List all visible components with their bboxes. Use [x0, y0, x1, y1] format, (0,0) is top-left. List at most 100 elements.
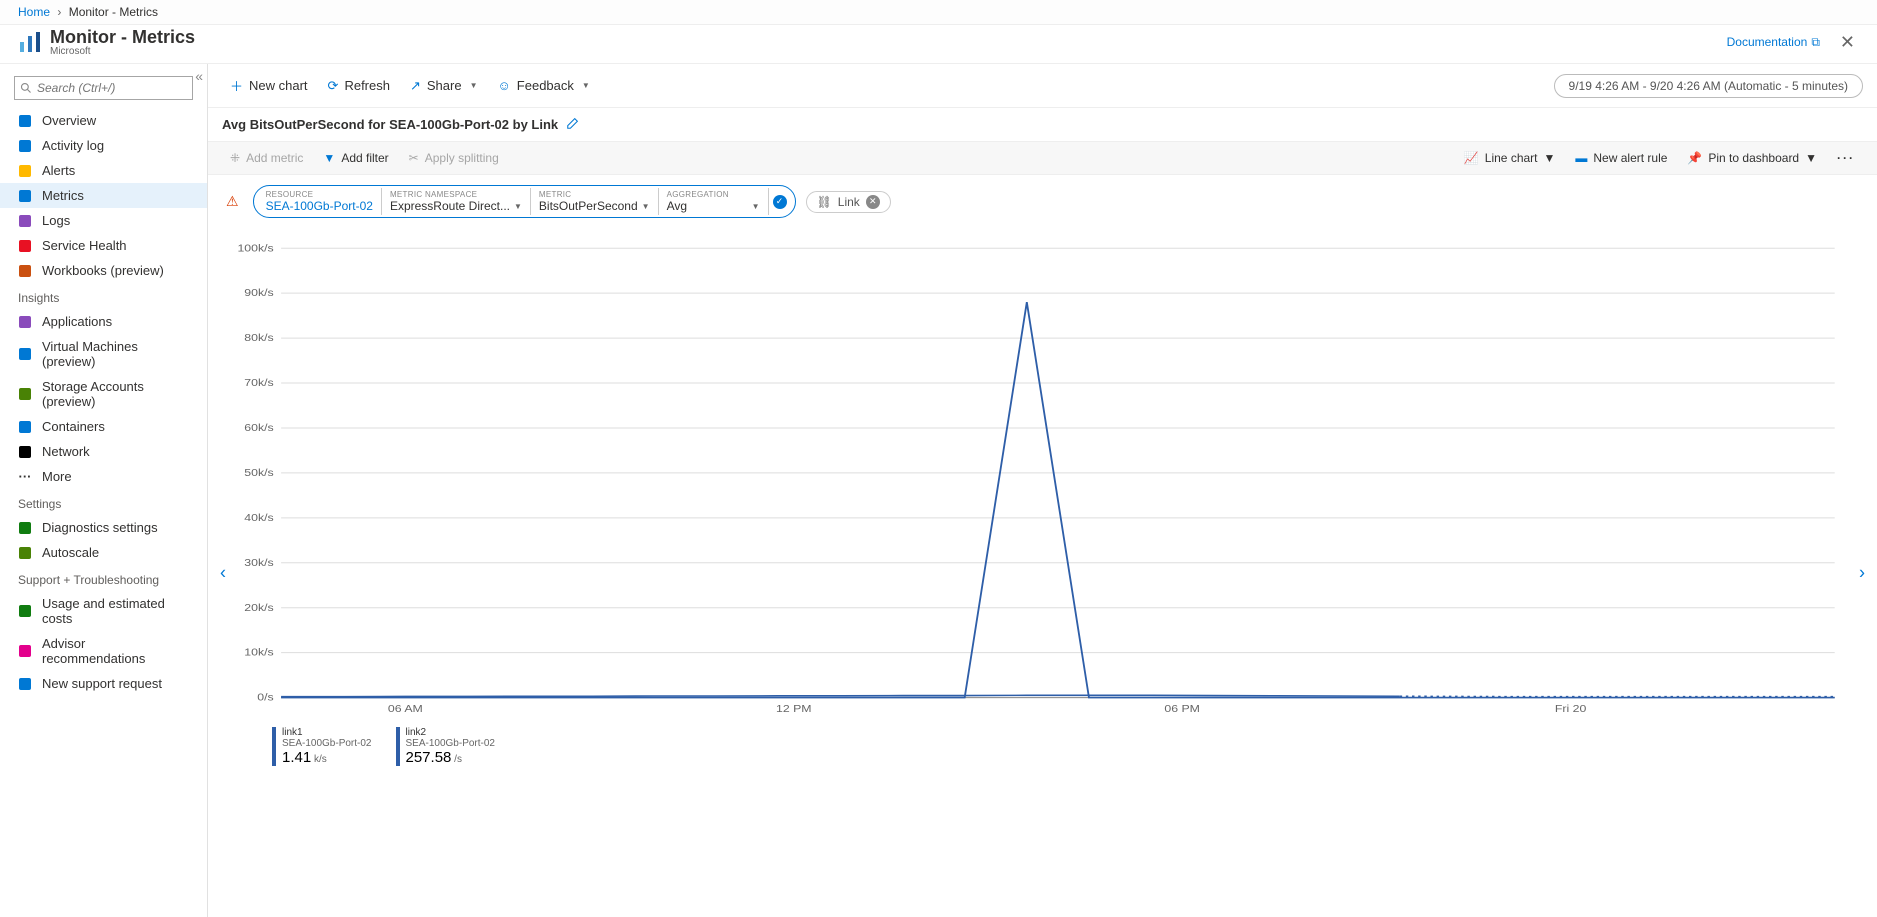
nav-icon: [18, 139, 32, 153]
legend-series-resource: SEA-100Gb-Port-02: [282, 738, 372, 749]
add-metric-button[interactable]: ⁜ Add metric: [222, 148, 311, 168]
line-chart-icon: 📈: [1464, 151, 1479, 165]
sidebar-item-metrics[interactable]: Metrics: [0, 183, 207, 208]
sidebar-item-workbooks-preview-[interactable]: Workbooks (preview): [0, 258, 207, 283]
new-alert-rule-button[interactable]: ▬ New alert rule: [1567, 148, 1675, 168]
filter-icon: ▼: [323, 151, 335, 165]
svg-text:20k/s: 20k/s: [244, 603, 274, 614]
share-button[interactable]: ↗ Share ▼: [402, 74, 486, 98]
legend-item-link1[interactable]: link1SEA-100Gb-Port-021.41 k/s: [272, 727, 372, 766]
nav-icon: [18, 239, 32, 253]
nav-icon: [18, 264, 32, 278]
more-options-button[interactable]: ···: [1829, 148, 1863, 168]
sidebar-item-label: New support request: [42, 676, 162, 691]
svg-text:40k/s: 40k/s: [244, 513, 274, 524]
scatter-icon: ⁜: [230, 151, 240, 165]
pin-to-dashboard-button[interactable]: 📌 Pin to dashboard ▼: [1679, 148, 1825, 168]
namespace-selector[interactable]: METRIC NAMESPACE ExpressRoute Direct...▼: [382, 188, 531, 215]
pin-icon: 📌: [1687, 151, 1702, 165]
search-input[interactable]: [14, 76, 193, 100]
new-chart-button[interactable]: ＋ New chart: [222, 72, 316, 99]
sidebar-item-storage-accounts-preview-[interactable]: Storage Accounts (preview): [0, 374, 207, 414]
remove-tag-button[interactable]: ✕: [866, 195, 880, 209]
next-chart-button[interactable]: ›: [1851, 554, 1873, 591]
sidebar-item-autoscale[interactable]: Autoscale: [0, 540, 207, 565]
legend-series-name: link2: [406, 727, 496, 738]
sidebar-item-label: Logs: [42, 213, 70, 228]
edit-title-button[interactable]: [566, 116, 580, 133]
sidebar-item-advisor-recommendations[interactable]: Advisor recommendations: [0, 631, 207, 671]
nav-icon: [18, 347, 32, 361]
sidebar-item-label: Diagnostics settings: [42, 520, 158, 535]
external-link-icon: ⧉: [1811, 35, 1820, 50]
share-icon: ↗: [410, 78, 421, 94]
sidebar-search: [14, 76, 193, 100]
chart-type-dropdown[interactable]: 📈 Line chart ▼: [1456, 148, 1564, 168]
nav-icon: [18, 521, 32, 535]
chart-toolbar: ⁜ Add metric ▼ Add filter ✂ Apply splitt…: [208, 141, 1877, 175]
split-by-tag[interactable]: ⛓ Link ✕: [806, 191, 891, 213]
sidebar-item-logs[interactable]: Logs: [0, 208, 207, 233]
nav-icon: [18, 189, 32, 203]
breadcrumb-separator: ›: [57, 5, 61, 19]
aggregation-selector[interactable]: AGGREGATION Avg▼: [659, 188, 769, 215]
ellipsis-icon: ···: [18, 470, 32, 484]
sidebar-item-activity-log[interactable]: Activity log: [0, 133, 207, 158]
sidebar: « OverviewActivity logAlerts Metrics Logs S…: [0, 64, 208, 917]
svg-text:12 PM: 12 PM: [776, 704, 812, 715]
apply-splitting-button[interactable]: ✂ Apply splitting: [401, 148, 507, 168]
sidebar-item-virtual-machines-preview-[interactable]: Virtual Machines (preview): [0, 334, 207, 374]
metrics-line-chart[interactable]: 0/s10k/s20k/s30k/s40k/s50k/s60k/s70k/s80…: [222, 238, 1847, 718]
smiley-icon: ☺: [498, 78, 511, 93]
sidebar-item-alerts[interactable]: Alerts: [0, 158, 207, 183]
warning-icon: ⚠: [222, 193, 243, 210]
sidebar-item-new-support-request[interactable]: New support request: [0, 671, 207, 696]
sidebar-item-label: More: [42, 469, 72, 484]
metric-definition-pill: RESOURCE SEA-100Gb-Port-02 METRIC NAMESP…: [253, 185, 796, 218]
page-title: Monitor - Metrics: [50, 27, 195, 48]
svg-text:50k/s: 50k/s: [244, 468, 274, 479]
svg-text:Fri 20: Fri 20: [1555, 704, 1586, 715]
sidebar-item-network[interactable]: Network: [0, 439, 207, 464]
sidebar-item-usage-and-estimated-costs[interactable]: Usage and estimated costs: [0, 591, 207, 631]
sidebar-item-label: Virtual Machines (preview): [42, 339, 189, 369]
sidebar-item-label: Metrics: [42, 188, 84, 203]
sidebar-item-diagnostics-settings[interactable]: Diagnostics settings: [0, 515, 207, 540]
feedback-button[interactable]: ☺ Feedback ▼: [490, 74, 598, 97]
prev-chart-button[interactable]: ‹: [212, 554, 234, 591]
metric-selector-row: ⚠ RESOURCE SEA-100Gb-Port-02 METRIC NAME…: [208, 175, 1877, 228]
nav-icon: [18, 604, 32, 618]
sidebar-item-more[interactable]: ··· More: [0, 464, 207, 489]
svg-text:10k/s: 10k/s: [244, 648, 274, 659]
chart-area: ‹ › 0/s10k/s20k/s30k/s40k/s50k/s60k/s70k…: [208, 228, 1877, 917]
breadcrumb-home[interactable]: Home: [18, 5, 50, 19]
add-filter-button[interactable]: ▼ Add filter: [315, 148, 396, 168]
sidebar-item-label: Network: [42, 444, 90, 459]
chevron-down-icon: ▼: [752, 202, 760, 211]
close-button[interactable]: ✕: [1836, 28, 1859, 57]
sidebar-item-containers[interactable]: Containers: [0, 414, 207, 439]
chevron-down-icon: ▼: [1544, 151, 1556, 165]
collapse-sidebar-button[interactable]: «: [195, 68, 203, 84]
sidebar-item-overview[interactable]: Overview: [0, 108, 207, 133]
sidebar-item-label: Service Health: [42, 238, 127, 253]
refresh-icon: ⟳: [328, 78, 339, 94]
confirm-metric-button[interactable]: ✓: [773, 195, 787, 209]
split-icon: ✂: [409, 151, 419, 165]
svg-text:70k/s: 70k/s: [244, 378, 274, 389]
breadcrumb-current: Monitor - Metrics: [69, 5, 158, 19]
time-range-picker[interactable]: 9/19 4:26 AM - 9/20 4:26 AM (Automatic -…: [1554, 74, 1863, 98]
sidebar-group-title: Settings: [0, 489, 207, 515]
resource-selector[interactable]: RESOURCE SEA-100Gb-Port-02: [258, 188, 382, 215]
documentation-link[interactable]: Documentation ⧉: [1727, 35, 1820, 50]
nav-icon: [18, 387, 32, 401]
sidebar-item-label: Containers: [42, 419, 105, 434]
svg-text:60k/s: 60k/s: [244, 423, 274, 434]
sidebar-item-applications[interactable]: Applications: [0, 309, 207, 334]
refresh-button[interactable]: ⟳ Refresh: [320, 74, 398, 98]
sidebar-item-service-health[interactable]: Service Health: [0, 233, 207, 258]
sidebar-item-label: Advisor recommendations: [42, 636, 189, 666]
ellipsis-icon: ···: [1837, 151, 1855, 165]
metric-selector[interactable]: METRIC BitsOutPerSecond▼: [531, 188, 659, 215]
legend-item-link2[interactable]: link2SEA-100Gb-Port-02257.58 /s: [396, 727, 496, 766]
